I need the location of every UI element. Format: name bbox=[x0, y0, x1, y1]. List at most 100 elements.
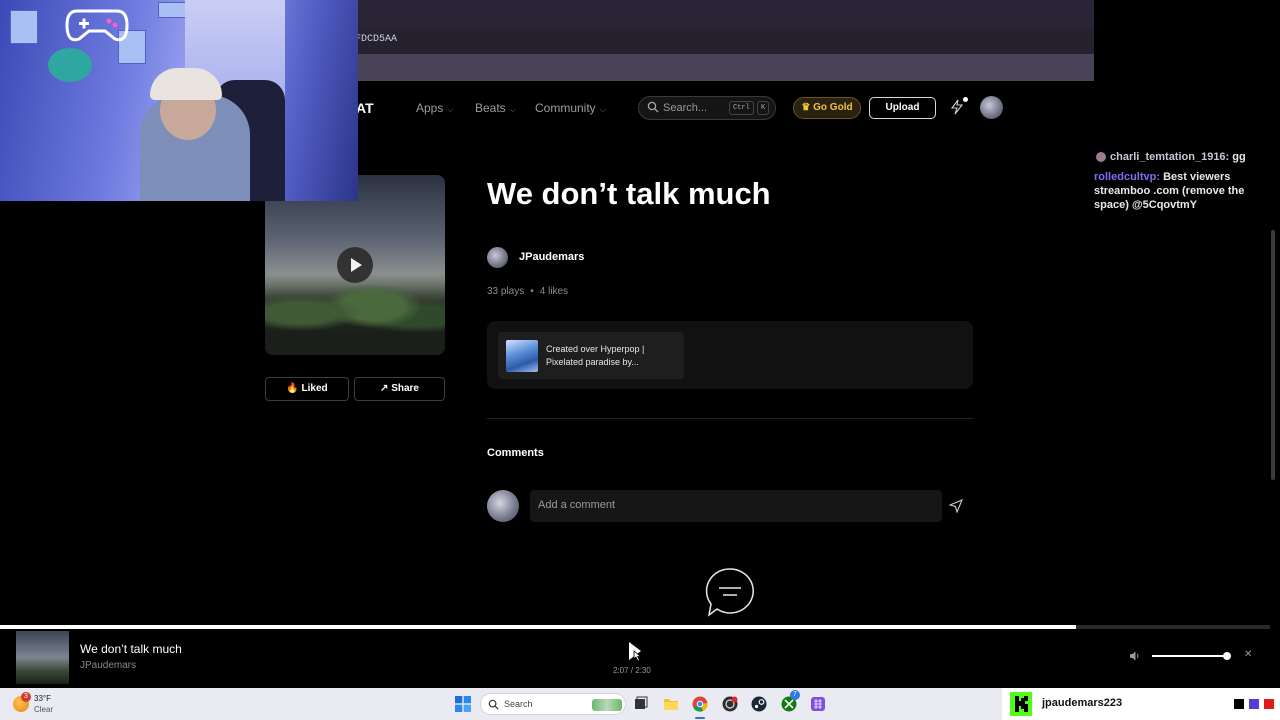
obs-icon[interactable] bbox=[722, 696, 738, 712]
chat-bubble-icon[interactable] bbox=[705, 567, 755, 617]
site-search[interactable]: Search... Ctrl K bbox=[638, 96, 776, 120]
task-view-icon[interactable] bbox=[633, 696, 649, 712]
upload-button[interactable]: Upload bbox=[869, 97, 936, 119]
chat-text: streamboo .com (remove the bbox=[1094, 185, 1245, 197]
player-thumbnail[interactable] bbox=[16, 631, 69, 684]
sample-thumbnail bbox=[506, 340, 538, 372]
kick-overlay: jpaudemars223 bbox=[1002, 688, 1280, 720]
nav-beats-label: Beats bbox=[475, 101, 506, 115]
player-time: 2:07 / 2:30 bbox=[613, 666, 651, 675]
chat-text: gg bbox=[1232, 151, 1246, 163]
shortcut-k: K bbox=[757, 101, 770, 115]
taskbar-search-placeholder: Search bbox=[504, 699, 533, 709]
sample-title-line2: Pixelated paradise by... bbox=[546, 357, 639, 367]
color-swatch bbox=[1234, 699, 1244, 709]
chevron-down-icon: ⌵ bbox=[447, 105, 454, 114]
share-icon: ↗ bbox=[380, 383, 389, 394]
gamepad-icon bbox=[65, 9, 129, 42]
nav-beats[interactable]: Beats ⌵ bbox=[475, 101, 516, 115]
nav-community[interactable]: Community ⌵ bbox=[535, 101, 606, 115]
section-divider bbox=[487, 418, 973, 419]
xbox-icon[interactable]: 7 bbox=[781, 690, 800, 712]
artist-name[interactable]: JPaudemars bbox=[519, 251, 584, 263]
notification-dot bbox=[963, 97, 968, 102]
windows-start-icon[interactable] bbox=[455, 696, 471, 712]
windows-taskbar: 3 33°F Clear Search 7 bbox=[0, 688, 1002, 720]
track-stats: 33 plays • 4 likes bbox=[487, 286, 568, 297]
search-icon bbox=[488, 699, 499, 710]
send-icon[interactable] bbox=[949, 499, 963, 513]
chat-message: charli_temtation_1916: gg bbox=[1094, 150, 1274, 164]
volume-icon[interactable] bbox=[1129, 650, 1141, 662]
search-placeholder: Search... bbox=[663, 102, 708, 114]
artist-avatar[interactable] bbox=[487, 247, 508, 268]
weather-badge: 3 bbox=[21, 692, 31, 702]
chrome-icon[interactable] bbox=[692, 696, 708, 712]
chat-username: rolledcultvp: bbox=[1094, 171, 1161, 183]
volume-knob[interactable] bbox=[1223, 652, 1231, 660]
xbox-badge: 7 bbox=[790, 690, 800, 700]
steam-icon[interactable] bbox=[751, 696, 767, 712]
kick-username: jpaudemars223 bbox=[1042, 697, 1123, 709]
search-highlight-art bbox=[592, 699, 622, 711]
chat-user-avatar bbox=[1096, 152, 1106, 163]
weather-condition: Clear bbox=[34, 705, 54, 714]
separator-dot: • bbox=[530, 286, 534, 297]
chat-text: Best viewers bbox=[1163, 171, 1231, 183]
site-logo[interactable]: AT bbox=[356, 100, 374, 116]
calendar-grid-icon[interactable] bbox=[810, 696, 826, 712]
address-text: FDCD5AA bbox=[355, 34, 398, 45]
color-swatch bbox=[1249, 699, 1259, 709]
comments-heading: Comments bbox=[487, 447, 544, 459]
liked-button[interactable]: 🔥 Liked bbox=[265, 377, 349, 401]
sample-title-line1: Created over Hyperpop | bbox=[546, 344, 645, 354]
fire-icon: 🔥 bbox=[286, 383, 299, 394]
player-bar: We don’t talk much JPaudemars 2:07 / 2:3… bbox=[0, 629, 1280, 688]
track-cover[interactable] bbox=[265, 175, 445, 355]
close-icon[interactable]: ✕ bbox=[1244, 649, 1252, 660]
dinosaur-plush bbox=[48, 48, 92, 82]
cover-scenery bbox=[265, 285, 445, 355]
temperature[interactable]: 33°F bbox=[34, 694, 51, 703]
nav-apps-label: Apps bbox=[416, 101, 444, 115]
wall-poster bbox=[10, 10, 38, 44]
search-icon bbox=[647, 101, 659, 113]
comment-input[interactable]: Add a comment bbox=[530, 490, 942, 522]
liked-label: Liked bbox=[301, 383, 328, 394]
wall-poster bbox=[158, 2, 188, 18]
nav-apps[interactable]: Apps ⌵ bbox=[416, 101, 453, 115]
webcam-overlay bbox=[0, 0, 358, 201]
user-avatar[interactable] bbox=[980, 96, 1003, 119]
go-gold-label: Go Gold bbox=[813, 102, 853, 113]
stream-chat: charli_temtation_1916: gg rolledcultvp: … bbox=[1094, 150, 1274, 212]
file-explorer-icon[interactable] bbox=[663, 696, 679, 712]
kick-logo-icon bbox=[1010, 692, 1032, 716]
sample-card[interactable]: Created over Hyperpop | Pixelated paradi… bbox=[498, 332, 684, 379]
player-title[interactable]: We don’t talk much bbox=[80, 642, 182, 656]
chat-text: space) @5CqovtmY bbox=[1094, 199, 1198, 211]
chat-message: rolledcultvp: Best viewers bbox=[1094, 170, 1274, 184]
volume-fill bbox=[1152, 655, 1227, 657]
play-pause-icon[interactable] bbox=[627, 640, 643, 662]
play-icon[interactable] bbox=[337, 247, 373, 283]
shortcut-ctrl: Ctrl bbox=[729, 101, 754, 115]
track-title: We don’t talk much bbox=[487, 176, 771, 211]
crown-icon: ♛ bbox=[801, 102, 814, 113]
comment-avatar bbox=[487, 490, 519, 522]
share-label: Share bbox=[391, 383, 419, 394]
lightning-icon[interactable] bbox=[950, 99, 964, 115]
chevron-down-icon: ⌵ bbox=[599, 105, 606, 114]
scrollbar[interactable] bbox=[1271, 230, 1275, 480]
share-button[interactable]: ↗ Share bbox=[354, 377, 445, 401]
color-swatch bbox=[1264, 699, 1274, 709]
chevron-down-icon: ⌵ bbox=[509, 105, 516, 114]
nav-community-label: Community bbox=[535, 101, 596, 115]
go-gold-button[interactable]: ♛ Go Gold bbox=[793, 97, 861, 119]
active-app-indicator bbox=[695, 717, 705, 719]
streamer-cap bbox=[150, 68, 222, 100]
taskbar-search[interactable]: Search bbox=[480, 693, 626, 715]
plays-count: 33 plays bbox=[487, 286, 525, 297]
chat-username: charli_temtation_1916: bbox=[1110, 151, 1230, 163]
likes-count: 4 likes bbox=[539, 286, 569, 297]
player-artist[interactable]: JPaudemars bbox=[80, 660, 136, 671]
